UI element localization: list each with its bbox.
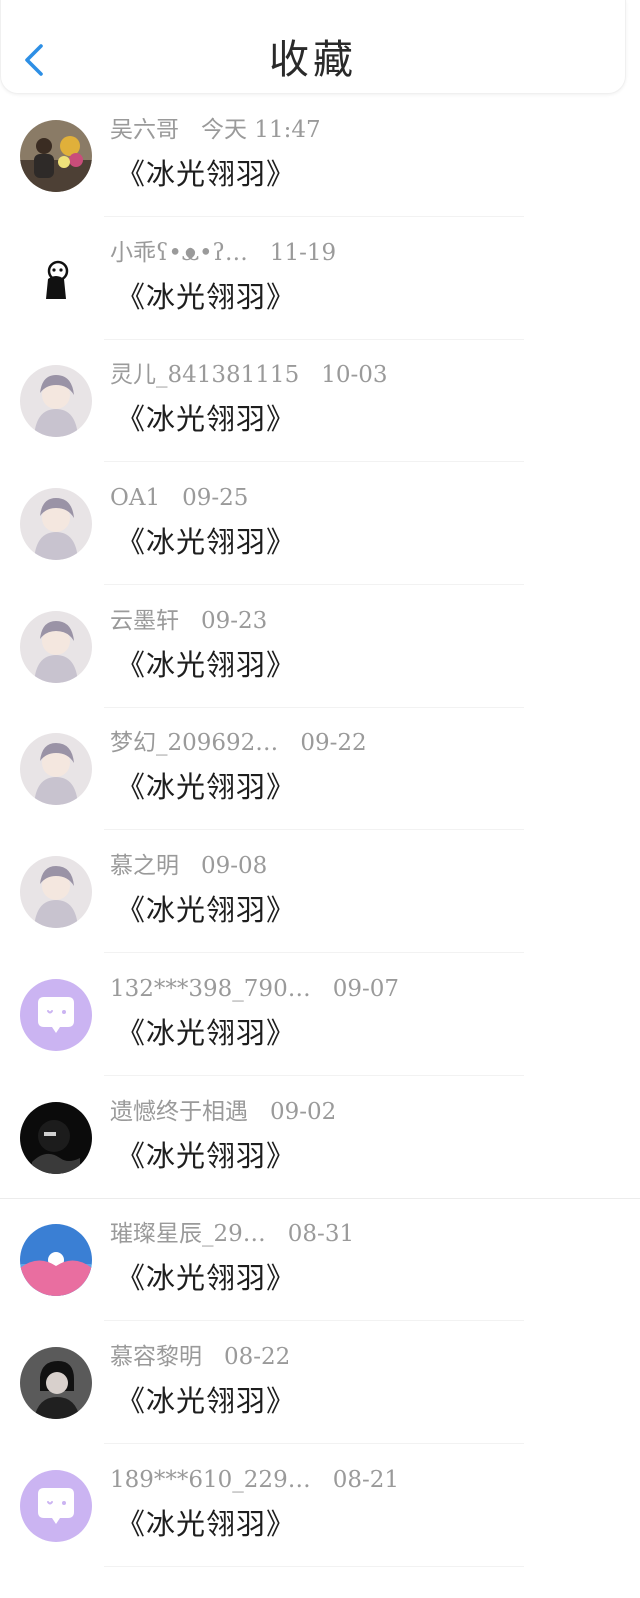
item-meta: 慕容黎明 08-22: [110, 1343, 290, 1371]
item-meta: 慕之明 09-08: [110, 852, 267, 880]
avatar[interactable]: [20, 242, 92, 315]
user-name: OA1: [110, 485, 161, 512]
avatar[interactable]: [20, 120, 92, 192]
user-name: 灵儿_841381115: [110, 362, 300, 389]
avatar[interactable]: [20, 978, 92, 1051]
avatar[interactable]: [20, 733, 92, 806]
timestamp: 09-23: [201, 607, 268, 634]
item-meta: OA1 09-25: [110, 484, 248, 512]
favorites-list: 吴六哥 今天 11:47 《冰光翎羽》 小乖ʕ•ᴥ•ʔ… 11-19 《冰光翎羽》 灵儿_8…: [0, 94, 640, 1567]
item-meta: 灵儿_841381115 10-03: [110, 361, 388, 389]
user-name: 梦幻_209692…: [110, 730, 279, 757]
list-item[interactable]: 云墨轩 09-23 《冰光翎羽》: [0, 585, 640, 708]
item-meta: 梦幻_209692… 09-22: [110, 729, 367, 757]
avatar[interactable]: [20, 365, 92, 438]
timestamp: 今天 11:47: [201, 117, 321, 143]
avatar[interactable]: [20, 1224, 92, 1297]
favorite-content[interactable]: 《冰光翎羽》: [116, 156, 296, 192]
item-meta: 132***398_790… 09-07: [110, 975, 399, 1003]
list-item[interactable]: 吴六哥 今天 11:47 《冰光翎羽》: [0, 94, 640, 217]
avatar[interactable]: [20, 1101, 92, 1174]
favorite-content[interactable]: 《冰光翎羽》: [116, 279, 296, 315]
list-item[interactable]: 189***610_229… 08-21 《冰光翎羽》: [0, 1444, 640, 1567]
user-name: 小乖ʕ•ᴥ•ʔ…: [110, 239, 248, 266]
list-item[interactable]: 璀璨星辰_29… 08-31 《冰光翎羽》: [0, 1198, 640, 1322]
user-name: 遗憾终于相遇: [110, 1098, 248, 1125]
favorite-content[interactable]: 《冰光翎羽》: [116, 892, 296, 928]
user-name: 189***610_229…: [110, 1466, 311, 1493]
divider: [104, 1565, 524, 1567]
favorite-content[interactable]: 《冰光翎羽》: [116, 1506, 296, 1542]
avatar[interactable]: [20, 1346, 92, 1419]
list-item[interactable]: 慕容黎明 08-22 《冰光翎羽》: [0, 1321, 640, 1444]
avatar[interactable]: [20, 856, 92, 929]
timestamp: 09-02: [270, 1098, 337, 1125]
page-title: 收藏: [269, 37, 357, 83]
user-name: 慕容黎明: [110, 1343, 202, 1370]
timestamp: 11-19: [269, 239, 337, 266]
timestamp: 09-08: [201, 853, 268, 880]
timestamp: 09-22: [300, 730, 367, 757]
favorite-content[interactable]: 《冰光翎羽》: [116, 401, 296, 437]
favorite-content[interactable]: 《冰光翎羽》: [116, 1015, 296, 1051]
list-item[interactable]: 梦幻_209692… 09-22 《冰光翎羽》: [0, 707, 640, 831]
avatar[interactable]: [20, 610, 92, 683]
user-name: 吴六哥: [110, 117, 179, 143]
favorite-content[interactable]: 《冰光翎羽》: [116, 769, 296, 805]
list-item[interactable]: 小乖ʕ•ᴥ•ʔ… 11-19 《冰光翎羽》: [0, 217, 640, 340]
avatar[interactable]: [20, 1469, 92, 1542]
timestamp: 08-31: [287, 1221, 355, 1248]
list-item[interactable]: 灵儿_841381115 10-03 《冰光翎羽》: [0, 339, 640, 463]
avatar[interactable]: [20, 488, 92, 561]
list-item[interactable]: 132***398_790… 09-07 《冰光翎羽》: [0, 953, 640, 1076]
list-item[interactable]: 遗憾终于相遇 09-02 《冰光翎羽》: [0, 1076, 640, 1199]
timestamp: 10-03: [321, 362, 388, 389]
top-bar: 收藏: [0, 0, 626, 94]
item-meta: 遗憾终于相遇 09-02: [110, 1098, 336, 1126]
favorite-content[interactable]: 《冰光翎羽》: [116, 1138, 296, 1174]
item-meta: 吴六哥 今天 11:47: [110, 116, 321, 144]
item-meta: 云墨轩 09-23: [110, 607, 267, 635]
timestamp: 09-25: [182, 485, 249, 512]
item-meta: 189***610_229… 08-21: [110, 1466, 399, 1494]
user-name: 璀璨星辰_29…: [110, 1221, 266, 1248]
user-name: 慕之明: [110, 853, 179, 880]
timestamp: 08-21: [332, 1466, 400, 1493]
favorites-page: 收藏 吴六哥 今天 11:47 《冰光翎羽》 小乖ʕ•ᴥ•ʔ… 11-19 《冰光翎羽》灵…: [0, 0, 640, 1598]
user-name: 云墨轩: [110, 607, 179, 634]
favorite-content[interactable]: 《冰光翎羽》: [116, 1260, 296, 1296]
list-item[interactable]: OA1 09-25 《冰光翎羽》: [0, 462, 640, 586]
list-item[interactable]: 慕之明 09-08 《冰光翎羽》: [0, 830, 640, 954]
favorite-content[interactable]: 《冰光翎羽》: [116, 1383, 296, 1419]
item-meta: 小乖ʕ•ᴥ•ʔ… 11-19: [110, 239, 336, 267]
user-name: 132***398_790…: [110, 975, 311, 1002]
timestamp: 09-07: [332, 975, 400, 1002]
favorite-content[interactable]: 《冰光翎羽》: [116, 647, 296, 683]
timestamp: 08-22: [224, 1343, 291, 1370]
favorite-content[interactable]: 《冰光翎羽》: [116, 524, 296, 560]
item-meta: 璀璨星辰_29… 08-31: [110, 1220, 354, 1248]
